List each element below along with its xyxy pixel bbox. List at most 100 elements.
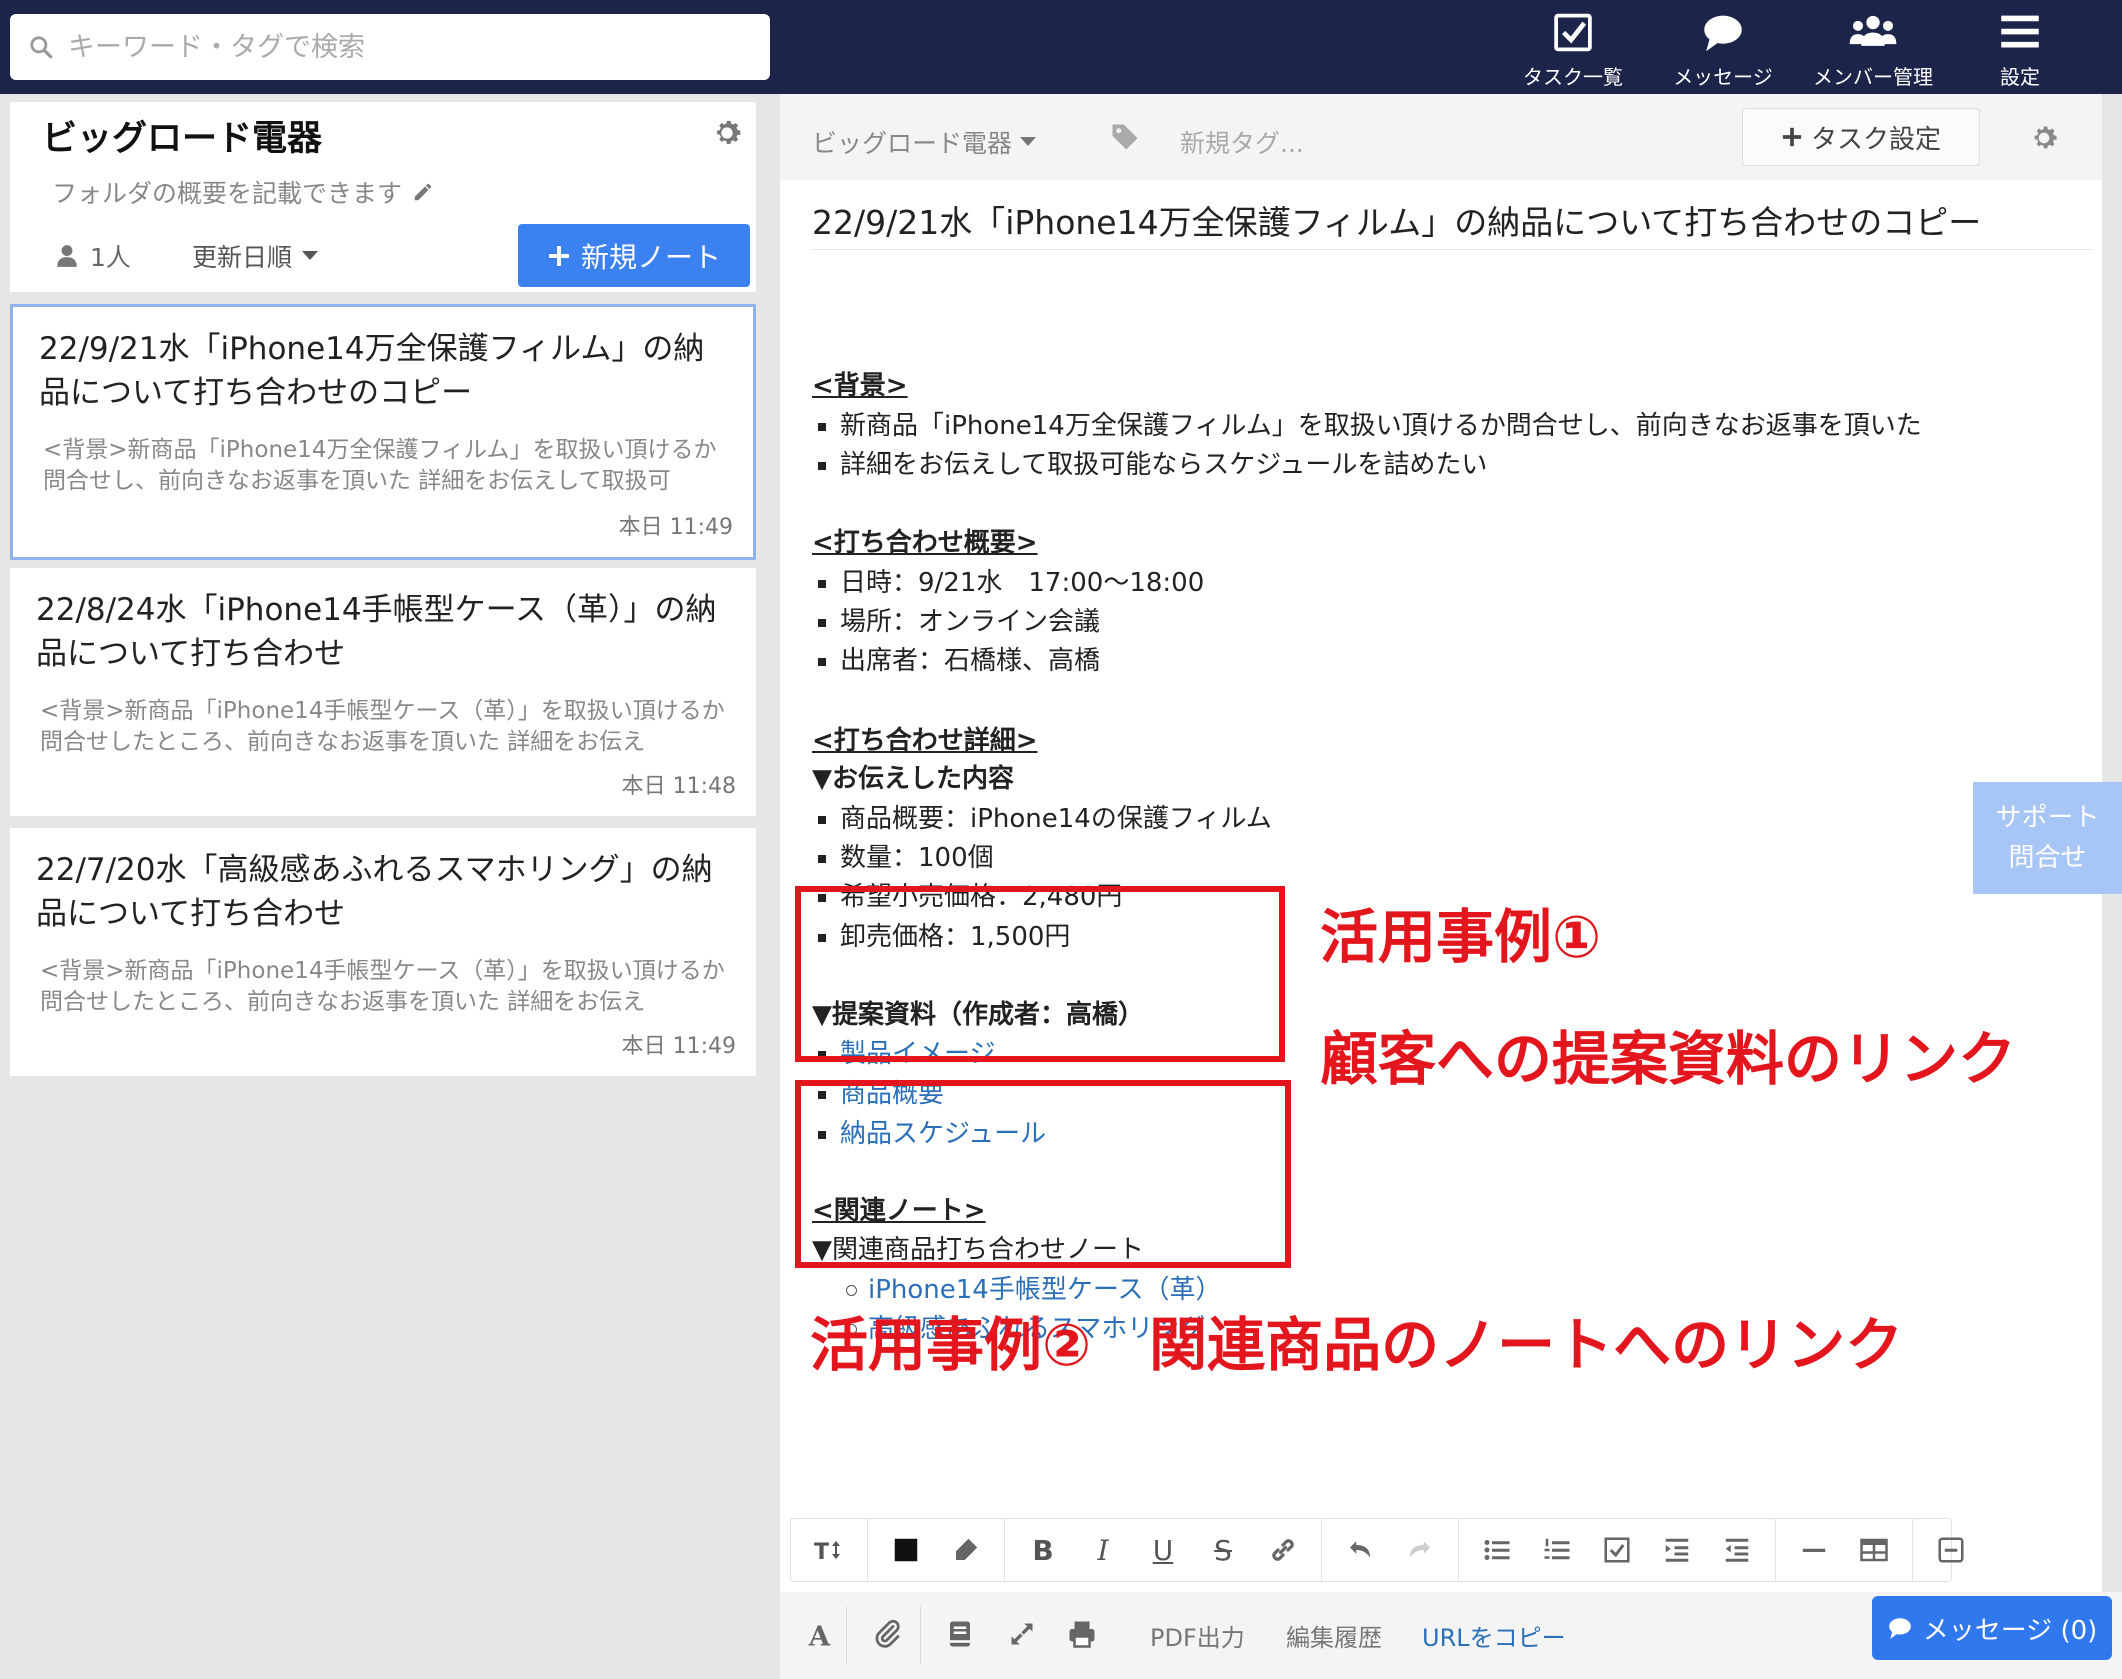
edit-history-link[interactable]: 編集履歴 [1286,1618,1382,1653]
note-list-item[interactable]: 22/8/24水「iPhone14手帳型ケース（革）」の納品について打ち合わせ … [10,568,756,816]
printer-icon [1069,1621,1095,1648]
link-button[interactable] [1253,1525,1313,1575]
numbered-list-button[interactable] [1527,1525,1587,1575]
note-list-item[interactable]: 22/7/20水「高級感あふれるスマホリング」の納品について打ち合わせ <背景>… [10,828,756,1076]
editor-footer: A PDF出力 編集履歴 URLをコピー メッセージ (0) [780,1592,2122,1679]
annotation-label-2: 活用事例② 関連商品のノートへのリンク [810,1311,1904,1379]
format-group [1322,1519,1459,1581]
chat-bubble-icon [1704,15,1742,52]
note-item-time: 本日 11:49 [621,1034,736,1059]
sort-dropdown[interactable]: 更新日順 [192,238,319,274]
format-group: T [791,1519,868,1581]
folder-description[interactable]: フォルダの概要を記載できます [52,174,434,210]
text-color-button[interactable] [876,1525,936,1575]
note-list-item[interactable]: 22/9/21水「iPhone14万全保護フィルム」の納品について打ち合わせのコ… [10,304,756,560]
strikethrough-button[interactable]: S [1193,1525,1253,1575]
font-size-button[interactable]: T [799,1525,859,1575]
outdent-button[interactable] [1707,1525,1767,1575]
new-note-label: 新規ノート [580,240,721,274]
menu-icon [2001,15,2039,48]
note-item-time: 本日 11:49 [618,515,733,540]
list-item: 商品概要：iPhone14の保護フィルム [812,802,1272,836]
template-button[interactable] [940,1614,980,1654]
highlighter-icon [956,1538,978,1560]
support-line2: 問合せ [2008,843,2087,873]
new-tag-input[interactable]: 新規タグ... [1180,124,1304,160]
note-item-title: 22/8/24水「iPhone14手帳型ケース（革）」の納品について打ち合わせ [36,592,717,672]
checkbox-icon [1604,1537,1630,1563]
folder-panel: ビッグロード電器 フォルダの概要を記載できます 1人 更新日順 新規ノート [10,102,756,292]
expand-icon [1011,1623,1033,1645]
format-group: B I U S [1005,1519,1322,1581]
note-title[interactable]: 22/9/21水「iPhone14万全保護フィルム」の納品について打ち合わせのコ… [812,190,2092,250]
gear-icon[interactable] [2028,122,2060,154]
message-button[interactable]: メッセージ (0) [1872,1596,2112,1660]
heading-detail: <打ち合わせ詳細> [812,726,1038,756]
highlight-button[interactable] [936,1525,996,1575]
note-item-time: 本日 11:48 [621,774,736,799]
table-button[interactable] [1844,1525,1904,1575]
member-count[interactable]: 1人 [56,238,131,274]
annotation-box-2 [795,1080,1291,1268]
italic-button[interactable]: I [1073,1525,1133,1575]
horizontal-rule-button[interactable] [1784,1525,1844,1575]
search-box[interactable] [10,14,770,80]
nav-member-management[interactable]: メンバー管理 [1798,8,1948,90]
horizontal-rule-icon [1802,1548,1826,1552]
indent-button[interactable] [1647,1525,1707,1575]
bullet-list-icon [1484,1540,1510,1560]
task-setting-button[interactable]: タスク設定 [1742,108,1980,166]
nav-settings[interactable]: 設定 [1945,8,2095,90]
caret-down-icon [302,251,319,260]
subheading-told: ▼お伝えした内容 [812,764,1014,794]
list-item: 新商品「iPhone14万全保護フィルム」を取扱い頂けるか問合せし、前向きなお返… [812,409,1922,443]
checklist-button[interactable] [1587,1525,1647,1575]
pdf-export-link[interactable]: PDF出力 [1150,1618,1245,1653]
list-item: 詳細をお伝えして取扱可能ならスケジュールを詰めたい [812,448,1487,482]
pencil-icon [414,183,432,201]
chat-bubble-icon [1888,1618,1911,1639]
format-toolbar: T B I U S [790,1518,1964,1582]
paperclip-icon [875,1619,900,1648]
bullet-list-button[interactable] [1467,1525,1527,1575]
collapse-button[interactable] [1921,1525,1981,1575]
list-item: 出席者：石橋様、高橋 [812,644,1100,678]
users-icon [1849,15,1897,46]
note-item-snippet: <背景>新商品「iPhone14手帳型ケース（革）」を取扱い頂けるか問合せしたと… [40,958,725,1015]
support-line1: サポート [1995,803,2100,833]
undo-button[interactable] [1330,1525,1390,1575]
message-button-label: メッセージ (0) [1922,1615,2098,1646]
tag-icon-wrap [1110,122,1140,156]
gear-icon[interactable] [710,116,744,150]
nav-label: 設定 [2000,65,2040,89]
editor-header: ビッグロード電器 新規タグ... タスク設定 [780,94,2102,180]
format-group [868,1519,1005,1581]
caret-down-icon [1020,137,1037,146]
underline-button[interactable]: U [1133,1525,1193,1575]
new-note-button[interactable]: 新規ノート [518,224,750,287]
folder-select[interactable]: ビッグロード電器 [812,124,1037,160]
task-setting-label: タスク設定 [1810,124,1941,155]
list-item: 日時：9/21水 17:00～18:00 [812,566,1204,600]
copy-url-link[interactable]: URLをコピー [1422,1618,1566,1653]
search-input[interactable] [68,31,728,63]
print-button[interactable] [1062,1614,1102,1654]
user-icon [57,245,77,267]
redo-button[interactable] [1390,1525,1450,1575]
expand-button[interactable] [1002,1614,1042,1654]
indent-icon [1665,1538,1689,1562]
bold-button[interactable]: B [1013,1525,1073,1575]
task-check-icon [1554,13,1592,52]
note-item-snippet: <背景>新商品「iPhone14万全保護フィルム」を取扱い頂けるか問合せし、前向… [43,437,717,494]
attach-button[interactable] [868,1614,908,1654]
tag-icon [1112,124,1138,150]
numbered-list-icon [1544,1538,1570,1560]
nav-messages[interactable]: メッセージ [1648,8,1798,90]
font-button[interactable]: A [800,1614,840,1654]
strike-glyph: S [1214,1533,1232,1567]
redo-icon [1410,1541,1430,1558]
heading-background: <背景> [812,371,908,401]
support-button[interactable]: サポート 問合せ [1973,782,2122,894]
nav-task-list[interactable]: タスク一覧 [1498,8,1648,90]
format-group [1776,1519,1913,1581]
